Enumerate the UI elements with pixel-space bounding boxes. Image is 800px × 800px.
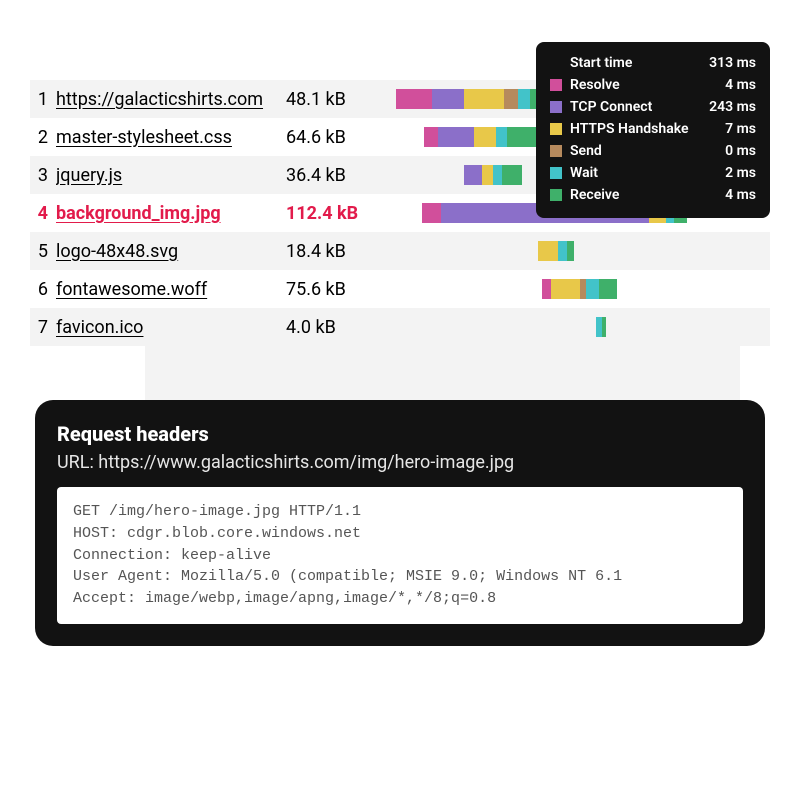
legend-label: Receive xyxy=(570,187,619,203)
request-name-link[interactable]: favicon.ico xyxy=(56,317,286,338)
request-size: 18.4 kB xyxy=(286,241,396,262)
legend-label: TCP Connect xyxy=(570,99,652,115)
timing-segment-tcp xyxy=(438,127,473,147)
timing-segment-wait xyxy=(558,241,568,261)
timing-segment-https xyxy=(538,241,557,261)
legend-row-https: HTTPS Handshake 7 ms xyxy=(550,118,756,140)
swatch-icon xyxy=(550,123,562,135)
timing-segment-send xyxy=(504,89,518,109)
request-headers-title: Request headers xyxy=(57,422,743,446)
request-name-link[interactable]: fontawesome.woff xyxy=(56,279,286,300)
legend-row-tcp: TCP Connect 243 ms xyxy=(550,96,756,118)
request-headers-url: URL: https://www.galacticshirts.com/img/… xyxy=(57,452,743,473)
timing-legend: Start time 313 ms Resolve 4 ms TCP Connect 24… xyxy=(536,42,770,218)
timing-segment-wait xyxy=(518,89,529,109)
timing-segment-https xyxy=(551,279,580,299)
table-row[interactable]: 5logo-48x48.svg18.4 kB xyxy=(30,232,770,270)
request-size: 112.4 kB xyxy=(286,203,396,224)
legend-row-receive: Receive 4 ms xyxy=(550,184,756,206)
request-name-link[interactable]: logo-48x48.svg xyxy=(56,241,286,262)
request-name-link[interactable]: background_img.jpg xyxy=(56,203,286,224)
timing-segment-receive xyxy=(567,241,573,261)
swatch-icon xyxy=(550,145,562,157)
legend-label: Wait xyxy=(570,165,598,181)
legend-value: 4 ms xyxy=(725,187,756,203)
row-index: 3 xyxy=(30,165,56,186)
row-index: 6 xyxy=(30,279,56,300)
timing-segment-resolve xyxy=(396,89,432,109)
legend-row-send: Send 0 ms xyxy=(550,140,756,162)
legend-label: Send xyxy=(570,143,602,159)
row-index: 1 xyxy=(30,89,56,110)
request-headers-body: GET /img/hero-image.jpg HTTP/1.1 HOST: c… xyxy=(57,487,743,624)
request-size: 4.0 kB xyxy=(286,317,396,338)
row-index: 2 xyxy=(30,127,56,148)
legend-start-time: Start time 313 ms xyxy=(550,52,756,74)
request-size: 48.1 kB xyxy=(286,89,396,110)
timing-segment-receive xyxy=(599,279,617,299)
timing-segment-https xyxy=(482,165,493,185)
request-size: 36.4 kB xyxy=(286,165,396,186)
legend-value: 4 ms xyxy=(725,77,756,93)
timing-segment-https xyxy=(474,127,496,147)
legend-row-wait: Wait 2 ms xyxy=(550,162,756,184)
swatch-icon xyxy=(550,167,562,179)
legend-row-resolve: Resolve 4 ms xyxy=(550,74,756,96)
timing-segment-https xyxy=(464,89,504,109)
timing-segment-tcp xyxy=(432,89,464,109)
timing-segment-resolve xyxy=(422,203,441,223)
legend-value: 2 ms xyxy=(725,165,756,181)
legend-value: 243 ms xyxy=(709,99,756,115)
legend-label: HTTPS Handshake xyxy=(570,121,689,137)
swatch-icon xyxy=(550,189,562,201)
request-timing-bar xyxy=(396,317,730,337)
timing-segment-resolve xyxy=(542,279,552,299)
request-size: 75.6 kB xyxy=(286,279,396,300)
swatch-icon xyxy=(550,79,562,91)
legend-label: Resolve xyxy=(570,77,620,93)
legend-value: 313 ms xyxy=(709,55,756,71)
request-name-link[interactable]: jquery.js xyxy=(56,165,286,186)
legend-label: Start time xyxy=(570,55,632,71)
legend-value: 0 ms xyxy=(725,143,756,159)
row-index: 7 xyxy=(30,317,56,338)
request-size: 64.6 kB xyxy=(286,127,396,148)
timing-segment-wait xyxy=(496,127,507,147)
timing-segment-tcp xyxy=(464,165,482,185)
timing-segment-receive xyxy=(502,165,521,185)
timing-segment-receive xyxy=(602,317,605,337)
request-timing-bar xyxy=(396,241,730,261)
swatch-icon xyxy=(550,101,562,113)
request-timing-bar xyxy=(396,279,730,299)
timing-segment-resolve xyxy=(424,127,438,147)
row-index: 4 xyxy=(30,203,56,224)
timing-segment-wait xyxy=(493,165,503,185)
legend-value: 7 ms xyxy=(725,121,756,137)
request-name-link[interactable]: master-stylesheet.css xyxy=(56,127,286,148)
table-row[interactable]: 7favicon.ico4.0 kB xyxy=(30,308,770,346)
row-index: 5 xyxy=(30,241,56,262)
request-headers-panel: Request headers URL: https://www.galacti… xyxy=(35,400,765,646)
timing-segment-wait xyxy=(586,279,599,299)
table-row[interactable]: 6fontawesome.woff75.6 kB xyxy=(30,270,770,308)
request-name-link[interactable]: https://galacticshirts.com xyxy=(56,89,286,110)
